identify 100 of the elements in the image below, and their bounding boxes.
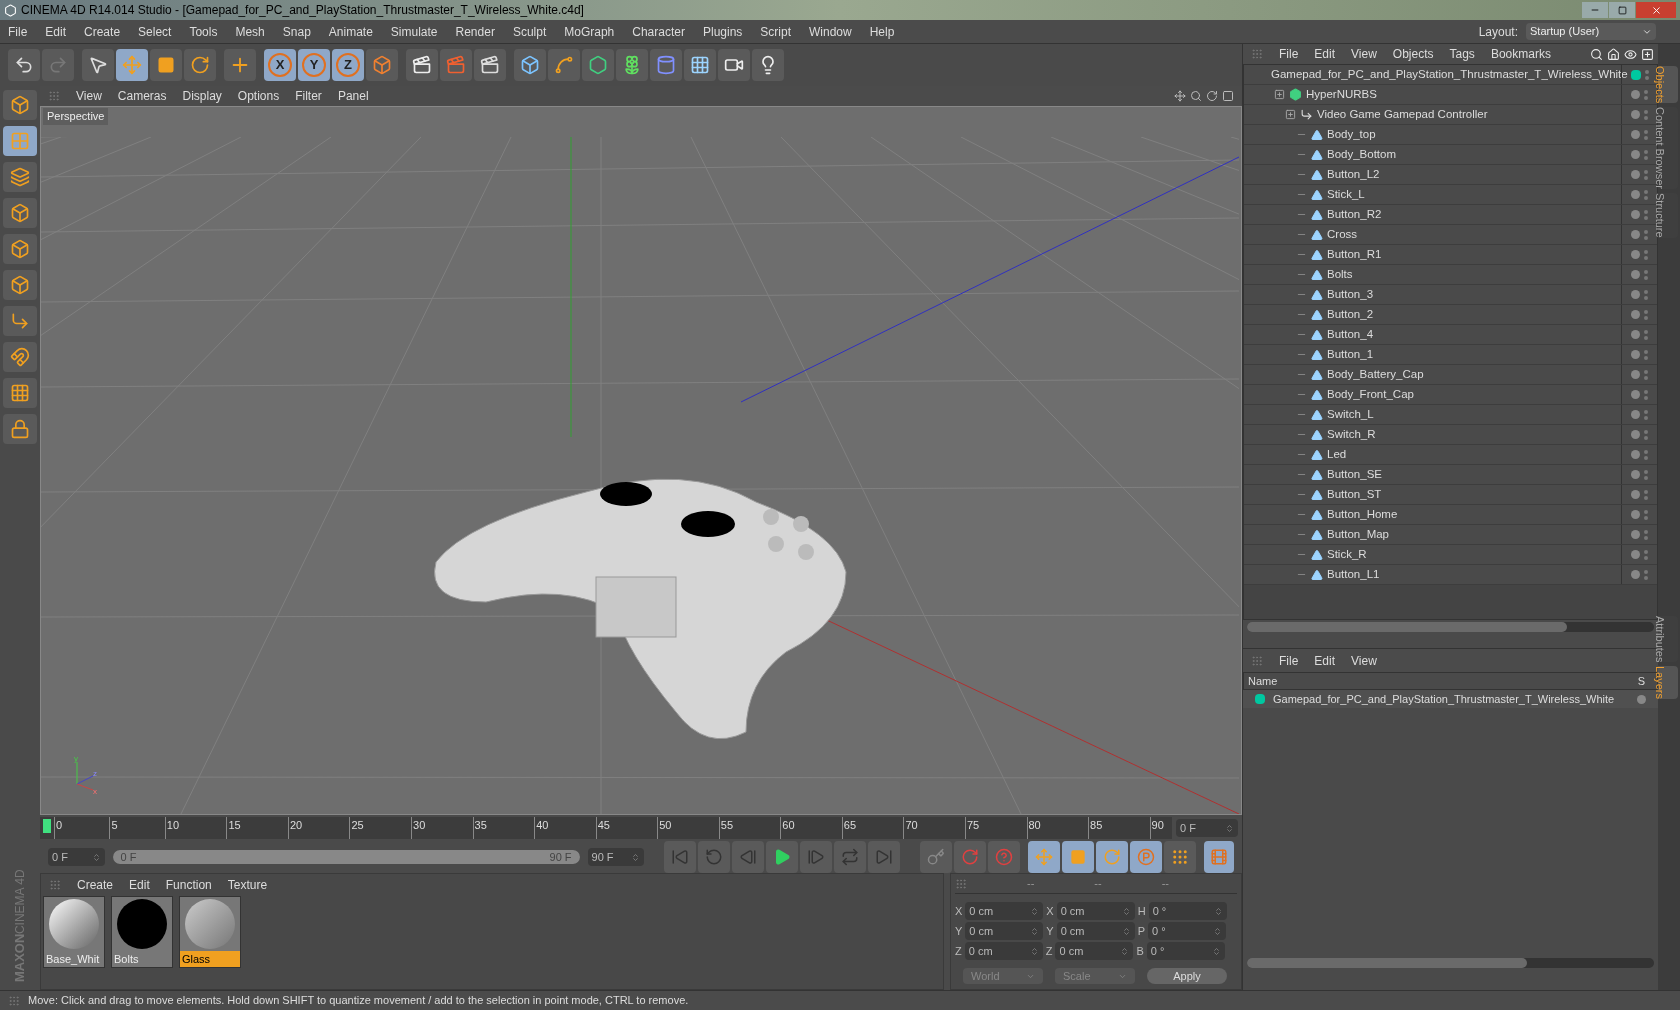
menu-item[interactable]: File [8,22,28,41]
object-name[interactable]: Button_R2 [1327,205,1382,224]
render-dots-icon[interactable] [1644,529,1648,540]
menu-item[interactable]: Snap [282,22,311,41]
end-frame-field[interactable]: 90 F [587,848,645,866]
rotation-field[interactable]: 0 ° [1148,902,1227,920]
render-dots-icon[interactable] [1644,389,1648,400]
menu-item[interactable]: File [1279,651,1299,670]
render-dots-icon[interactable] [1644,469,1648,480]
object-name[interactable]: Button_Map [1327,525,1389,544]
render-dots-icon[interactable] [1644,549,1648,560]
current-frame-field[interactable]: 0 F [1176,819,1238,837]
render-dots-icon[interactable] [1644,489,1648,500]
loop-button[interactable] [698,841,731,873]
menu-item[interactable]: Filter [295,87,322,105]
menu-item[interactable]: Sculpt [512,22,547,41]
object-name[interactable]: Button_4 [1327,325,1374,344]
menu-item[interactable]: Mesh [235,22,265,41]
start-frame-field[interactable]: 0 F [48,848,105,866]
add-button[interactable] [224,49,256,81]
render-dots-icon[interactable] [1644,149,1648,160]
menu-item[interactable]: Simulate [390,22,438,41]
eye-icon[interactable] [1624,47,1637,61]
collapse-icon[interactable] [1285,109,1296,120]
menu-item[interactable]: Render [455,22,495,41]
light-button[interactable] [752,49,784,81]
menu-item[interactable]: Plugins [702,22,743,41]
scale-tool-button[interactable] [150,49,182,81]
material-swatch[interactable]: Glass [179,896,241,968]
render-dots-icon[interactable] [1644,269,1648,280]
render-dots-icon[interactable] [1644,69,1649,80]
rotation-field[interactable]: 0 ° [1148,922,1227,940]
menu-item[interactable]: Edit [1314,651,1336,670]
render-dots-icon[interactable] [1644,369,1648,380]
menu-item[interactable]: Texture [227,876,268,894]
mode-button[interactable] [3,234,37,264]
object-name[interactable]: Button_1 [1327,345,1374,364]
render-dots-icon[interactable] [1644,129,1648,140]
maximize-view-icon[interactable] [1222,90,1234,102]
next-frame-button[interactable] [800,841,833,873]
render-dots-icon[interactable] [1644,249,1648,260]
mode-button[interactable] [3,270,37,300]
object-name[interactable]: Cross [1327,225,1358,244]
go-to-start-button[interactable] [664,841,697,873]
material-swatch[interactable]: Base_Whit [43,896,105,968]
help-button[interactable] [988,841,1021,873]
menu-item[interactable]: View [76,87,102,105]
mode-button[interactable] [3,378,37,408]
spline-button[interactable] [548,49,580,81]
render-view-button[interactable] [406,49,438,81]
render-dots-icon[interactable] [1644,509,1648,520]
menu-item[interactable]: Character [632,22,685,41]
viewport[interactable]: Perspective y z x [40,106,1242,815]
menu-item[interactable]: Script [760,22,791,41]
mode-button[interactable] [3,306,37,336]
object-name[interactable]: Switch_L [1327,405,1374,424]
axis-lock-button[interactable]: Z [332,49,364,81]
render-dots-icon[interactable] [1644,409,1648,420]
render-dots-icon[interactable] [1644,569,1648,580]
menu-item[interactable]: Panel [337,87,369,105]
menu-item[interactable]: Tools [189,22,218,41]
render-dots-icon[interactable] [1644,309,1648,320]
object-name[interactable]: Bolts [1327,265,1353,284]
minimize-button[interactable] [1582,2,1608,18]
horizontal-scrollbar[interactable] [1247,958,1654,968]
position-field[interactable]: 0 cm [964,942,1043,960]
rotate-tool-button[interactable] [184,49,216,81]
cube-button[interactable] [514,49,546,81]
mode-button[interactable] [3,90,37,120]
render-dots-icon[interactable] [1644,89,1648,100]
menu-item[interactable]: View [1351,45,1377,63]
render-dots-icon[interactable] [1644,329,1648,340]
size-field[interactable]: 0 cm [1056,922,1135,940]
object-name[interactable]: Button_Home [1327,505,1398,524]
search-icon[interactable] [1590,47,1603,61]
menu-item[interactable]: Edit [45,22,67,41]
position-field[interactable]: 0 cm [965,922,1044,940]
size-field[interactable]: 0 cm [1056,902,1135,920]
mode-button[interactable] [3,414,37,444]
render-dots-icon[interactable] [1644,169,1648,180]
axis-lock-button[interactable]: Y [298,49,330,81]
render-dots-icon[interactable] [1644,449,1648,460]
object-name[interactable]: Stick_L [1327,185,1365,204]
menu-item[interactable]: Create [77,876,114,894]
object-name[interactable]: Button_3 [1327,285,1374,304]
object-name[interactable]: Button_2 [1327,305,1374,324]
object-name[interactable]: Switch_R [1327,425,1376,444]
menu-item[interactable]: Create [84,22,121,41]
rotation-field[interactable]: 0 ° [1146,942,1225,960]
object-name[interactable]: HyperNURBS [1306,85,1377,104]
keyframe-button[interactable] [920,841,953,873]
menu-item[interactable]: Help [869,22,895,41]
render-dots-icon[interactable] [1644,209,1648,220]
mode-button[interactable] [3,198,37,228]
object-name[interactable]: Stick_R [1327,545,1367,564]
key-points-button[interactable] [1164,841,1197,873]
render-dots-icon[interactable] [1644,229,1648,240]
render-dots-icon[interactable] [1644,109,1648,120]
key-scale-button[interactable] [1062,841,1095,873]
layout-dropdown[interactable]: Startup (User) [1526,23,1656,40]
